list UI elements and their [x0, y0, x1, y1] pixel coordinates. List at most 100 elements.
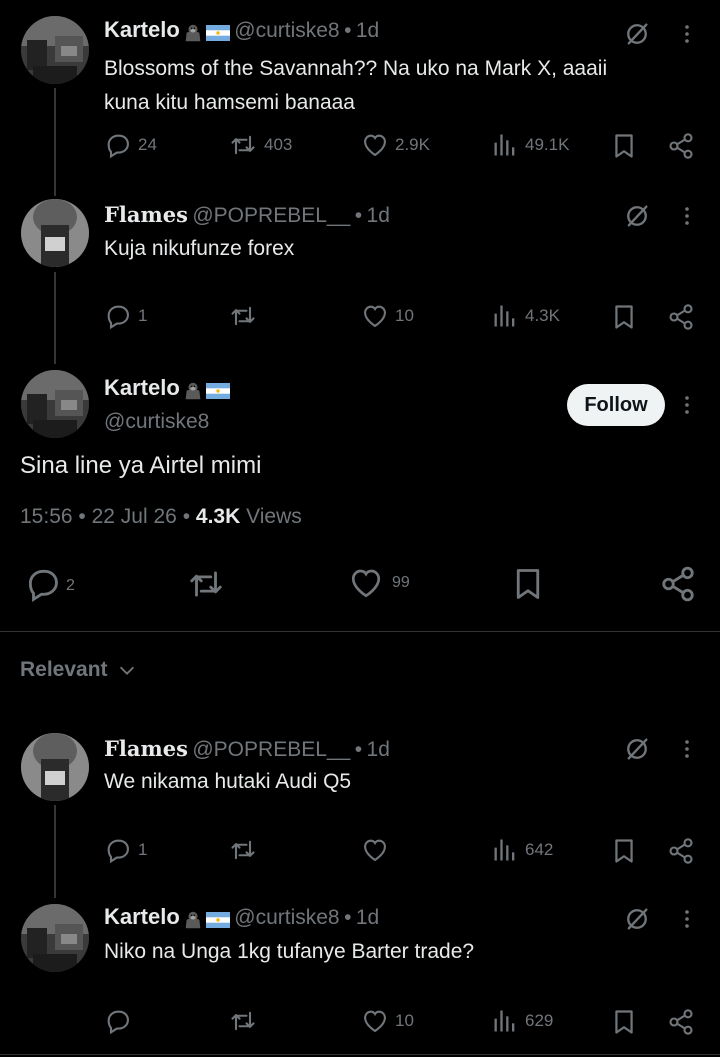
avatar[interactable]: [21, 904, 89, 972]
reply-icon: [24, 565, 62, 603]
repost-icon[interactable]: [186, 564, 226, 604]
repost-icon: [228, 836, 258, 864]
more-icon[interactable]: [674, 201, 700, 231]
like-count: 2.9K: [395, 135, 430, 154]
grok-icon[interactable]: [622, 19, 652, 49]
reply-button[interactable]: 1: [104, 302, 147, 330]
author-handle[interactable]: @POPREBEL__: [192, 738, 350, 761]
author-handle[interactable]: @POPREBEL__: [192, 204, 350, 227]
avatar[interactable]: [21, 16, 89, 84]
share-icon[interactable]: [666, 302, 696, 332]
repost-icon: [228, 131, 258, 159]
author-handle[interactable]: @curtiske8: [234, 19, 339, 42]
bookmark-icon[interactable]: [609, 302, 639, 332]
views-total: 4.3K: [195, 505, 241, 528]
post-text-line: Blossoms of the Savannah?? Na uko na Mar…: [104, 57, 608, 80]
reply-button[interactable]: 1: [104, 836, 147, 864]
reply-button[interactable]: 2: [24, 565, 75, 603]
share-icon[interactable]: [658, 564, 698, 604]
like-button[interactable]: 10: [361, 1007, 414, 1035]
like-icon: [348, 565, 384, 601]
like-button[interactable]: 10: [361, 302, 414, 330]
thread-line: [54, 805, 56, 898]
reply-button[interactable]: [104, 1007, 132, 1035]
share-icon[interactable]: [666, 131, 696, 161]
post-time[interactable]: 1d: [356, 19, 379, 42]
post-time[interactable]: 1d: [356, 906, 379, 929]
views-icon: [491, 836, 519, 864]
share-icon[interactable]: [666, 836, 696, 866]
views-button[interactable]: 4.3K: [491, 302, 560, 330]
reply-icon: [104, 131, 132, 159]
post-text-line: kuna kitu hamsemi banaaa: [104, 91, 355, 114]
like-button[interactable]: 2.9K: [361, 131, 430, 159]
author-name[interactable]: Kartelo: [104, 375, 180, 400]
more-icon[interactable]: [674, 390, 700, 420]
reply-icon: [104, 302, 132, 330]
separator-dot: •: [182, 505, 191, 528]
main-post-text: Sina line ya Airtel mimi: [20, 452, 262, 479]
post-timestamp[interactable]: 15:56: [20, 505, 73, 528]
views-count: 629: [525, 1011, 554, 1030]
author-name[interactable]: Kartelo: [104, 17, 180, 42]
thread-line: [54, 88, 56, 196]
repost-icon: [228, 1007, 258, 1035]
grok-icon[interactable]: [622, 904, 652, 934]
views-button[interactable]: 642: [491, 836, 553, 864]
more-icon[interactable]: [674, 19, 700, 49]
author-name[interactable]: Flames: [104, 202, 188, 227]
post-time[interactable]: 1d: [367, 204, 390, 227]
share-icon[interactable]: [666, 1007, 696, 1037]
avatar[interactable]: [21, 199, 89, 267]
post-time[interactable]: 1d: [367, 738, 390, 761]
avatar[interactable]: [21, 370, 89, 438]
separator-dot: •: [344, 906, 352, 929]
views-button[interactable]: 629: [491, 1007, 553, 1035]
sort-label: Relevant: [20, 658, 108, 681]
separator-dot: •: [354, 204, 363, 227]
divider: [0, 1054, 720, 1055]
views-count: 4.3K: [525, 306, 560, 325]
like-icon: [361, 836, 389, 864]
sort-dropdown[interactable]: Relevant: [20, 658, 138, 682]
post-date[interactable]: 22 Jul 26: [92, 505, 177, 528]
views-count: 49.1K: [525, 135, 570, 154]
author-name[interactable]: Flames: [104, 736, 188, 761]
post-header: Kartelo @curtiske8 • 1d: [104, 17, 379, 44]
main-author-name[interactable]: Kartelo: [104, 375, 230, 402]
post-text: Niko na Unga 1kg tufanye Barter trade?: [104, 940, 475, 963]
like-count: 10: [395, 306, 414, 325]
repost-button[interactable]: 403: [228, 131, 292, 159]
like-button[interactable]: [361, 836, 395, 864]
avatar[interactable]: [21, 733, 89, 801]
post-meta: 15:56 • 22 Jul 26 • 4.3K Views: [20, 505, 302, 529]
main-author-handle[interactable]: @curtiske8: [104, 410, 209, 434]
grok-icon[interactable]: [622, 201, 652, 231]
flag-argentina-icon: [206, 912, 230, 928]
repost-count: 403: [264, 135, 293, 154]
repost-button[interactable]: [228, 836, 258, 864]
repost-icon: [228, 302, 258, 330]
bookmark-icon[interactable]: [609, 1007, 639, 1037]
follow-button[interactable]: Follow: [567, 384, 665, 426]
repost-button[interactable]: [228, 1007, 258, 1035]
grok-icon[interactable]: [622, 734, 652, 764]
bookmark-icon[interactable]: [609, 131, 639, 161]
author-name[interactable]: Kartelo: [104, 904, 180, 929]
post-text: Kuja nikufunze forex: [104, 237, 295, 260]
more-icon[interactable]: [674, 904, 700, 934]
reply-count: 24: [138, 135, 157, 154]
more-icon[interactable]: [674, 734, 700, 764]
author-handle[interactable]: @curtiske8: [234, 906, 339, 929]
views-button[interactable]: 49.1K: [491, 131, 569, 159]
post-header: Flames @POPREBEL__ • 1d: [104, 202, 390, 228]
like-count: 10: [395, 1011, 414, 1030]
gorilla-icon: [182, 380, 204, 402]
bookmark-icon[interactable]: [609, 836, 639, 866]
reply-button[interactable]: 24: [104, 131, 157, 159]
gorilla-icon: [182, 22, 204, 44]
flag-argentina-icon: [206, 383, 230, 399]
like-button[interactable]: 99: [348, 565, 410, 601]
bookmark-icon[interactable]: [510, 564, 546, 604]
repost-button[interactable]: [228, 302, 264, 330]
